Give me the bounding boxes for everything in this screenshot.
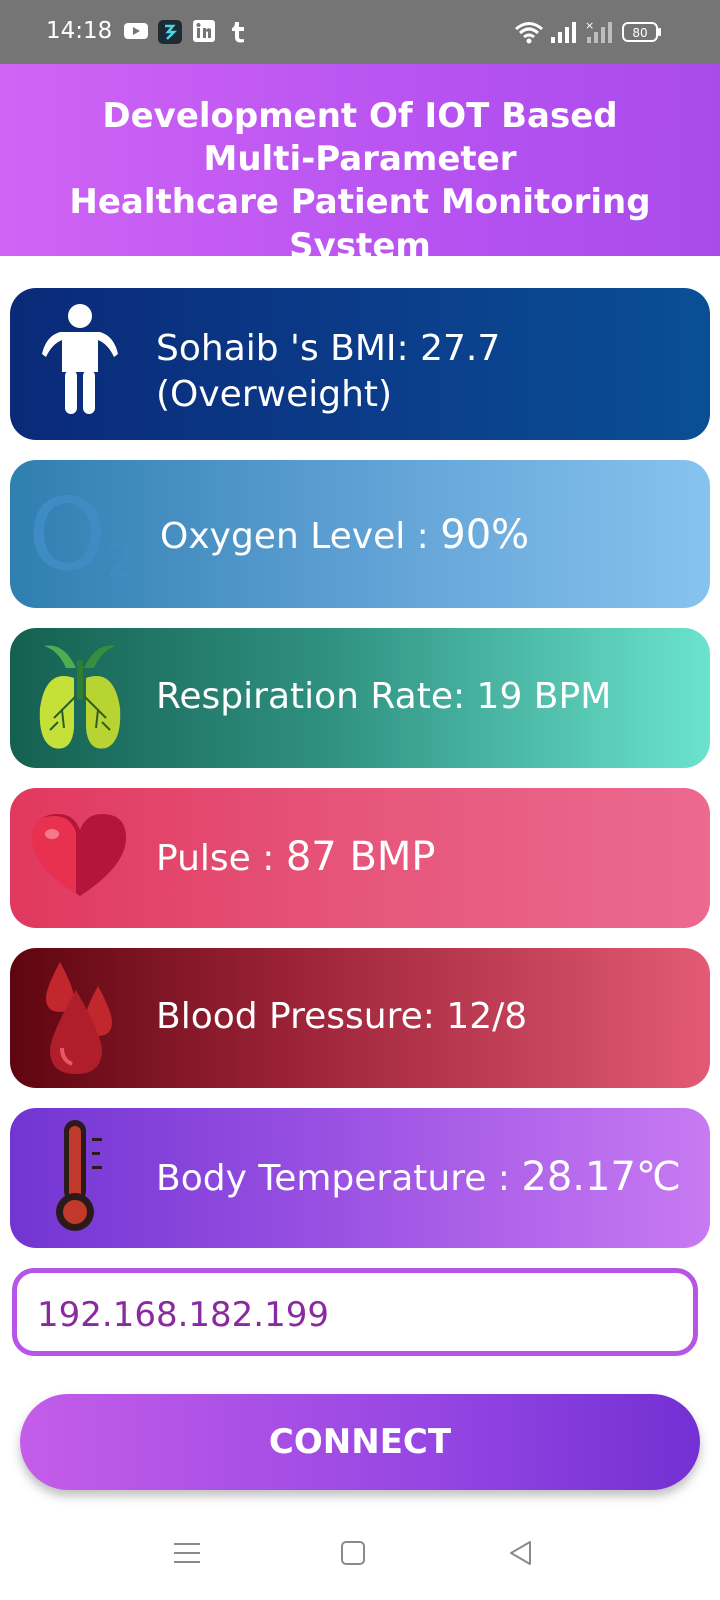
header-title-line2: Multi-Parameter <box>203 139 517 179</box>
header-title-line3: Healthcare Patient Monitoring System <box>69 182 651 266</box>
back-triangle-icon[interactable] <box>508 1540 534 1566</box>
lungs-icon <box>39 645 121 749</box>
person-icon <box>42 304 118 414</box>
status-bar: 14:18 × 80 <box>0 0 720 64</box>
bmi-label-line1: Sohaib 's BMI: 27.7 <box>156 328 501 369</box>
respiration-label: Respiration Rate: 19 BPM <box>156 676 612 717</box>
oxygen-label-text: Oxygen Level : <box>160 516 441 557</box>
oxygen-label: Oxygen Level : 90% <box>160 512 529 558</box>
pulse-value: 87 BMP <box>285 834 436 880</box>
temperature-label: Body Temperature : 28.17℃ <box>156 1154 681 1200</box>
thermometer-icon <box>56 1120 102 1231</box>
menu-icon[interactable] <box>174 1540 200 1566</box>
bmi-label-line2: (Overweight) <box>156 374 393 415</box>
signal-icon <box>551 22 576 43</box>
temperature-value: 28.17℃ <box>521 1154 681 1200</box>
battery-level: 80 <box>632 26 647 40</box>
o2-icon: O 2 <box>28 474 148 594</box>
heart-icon <box>32 814 126 896</box>
pulse-label: Pulse : 87 BMP <box>156 834 436 880</box>
signal-no-service-icon: × <box>585 20 612 43</box>
oxygen-value: 90% <box>440 512 530 558</box>
o2-icon-subscript: 2 <box>106 534 136 588</box>
home-square-icon[interactable] <box>340 1540 366 1566</box>
tumblr-icon <box>232 22 244 43</box>
bmi-card: Sohaib 's BMI: 27.7 (Overweight) <box>10 288 710 440</box>
linkedin-icon <box>193 20 215 42</box>
temperature-label-text: Body Temperature : <box>156 1158 522 1199</box>
wifi-icon <box>515 22 543 44</box>
oxygen-card: O 2 Oxygen Level : 90% <box>10 460 710 608</box>
app-icon <box>158 20 182 44</box>
temperature-card: Body Temperature : 28.17℃ <box>10 1108 710 1248</box>
pulse-label-text: Pulse : <box>156 838 286 879</box>
ip-address-input[interactable] <box>37 1293 677 1337</box>
connect-button[interactable]: CONNECT <box>20 1394 700 1490</box>
blood-pressure-label: Blood Pressure: 12/8 <box>156 996 528 1037</box>
blood-drops-icon <box>46 962 112 1074</box>
app-header: Development Of IOT Based Multi-Parameter… <box>0 64 720 266</box>
youtube-icon <box>124 23 148 39</box>
battery-icon: 80 <box>622 22 661 42</box>
system-navigation-bar <box>0 1510 720 1600</box>
ip-address-field[interactable] <box>12 1268 698 1356</box>
status-time: 14:18 <box>46 18 113 44</box>
respiration-card: Respiration Rate: 19 BPM <box>10 628 710 768</box>
blood-pressure-card: Blood Pressure: 12/8 <box>10 948 710 1088</box>
pulse-card: Pulse : 87 BMP <box>10 788 710 928</box>
o2-icon-letter: O <box>28 476 107 593</box>
svg-text:×: × <box>585 20 594 32</box>
header-title-line1: Development Of IOT Based <box>102 96 618 136</box>
